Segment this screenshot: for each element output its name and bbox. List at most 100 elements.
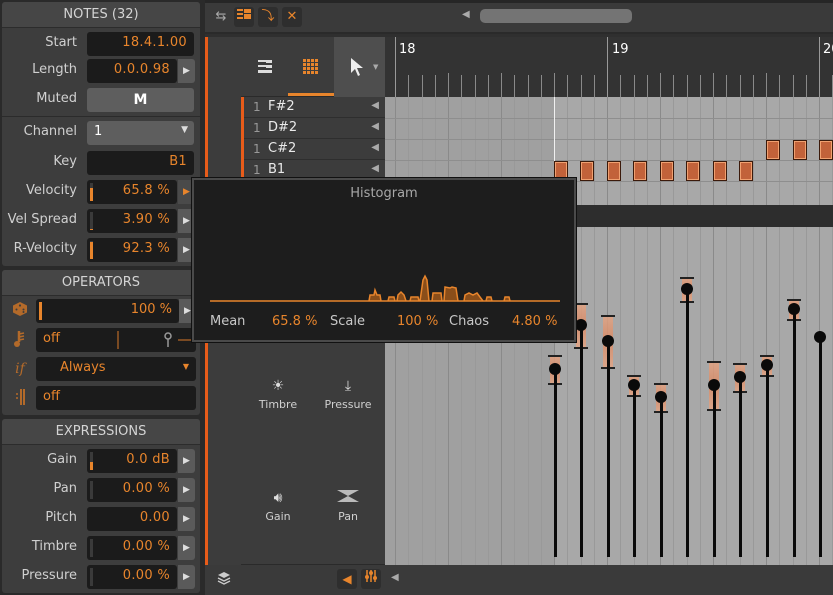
sun-icon: ☀	[271, 378, 285, 394]
pan-expression-button[interactable]: Pan	[313, 490, 383, 523]
speaker-icon[interactable]: ◀	[371, 100, 379, 111]
speaker-icon[interactable]: ◀	[371, 163, 379, 174]
condition-select[interactable]: Always ▼	[36, 357, 196, 381]
chance-field[interactable]: 100 %	[36, 299, 179, 323]
pitch-field[interactable]: 0.00	[87, 507, 177, 531]
velocity-stem[interactable]	[607, 341, 610, 557]
grid-line	[646, 227, 648, 565]
velocity-level	[90, 188, 93, 201]
swap-icon[interactable]: ⇆	[211, 7, 231, 27]
note[interactable]	[766, 140, 780, 160]
velocity-stem[interactable]	[819, 337, 822, 557]
key-selection-marker	[241, 139, 244, 160]
velocity-stem[interactable]	[554, 369, 557, 557]
horizontal-scrollbar[interactable]	[480, 9, 632, 23]
fold-icon[interactable]: ⤵	[258, 7, 278, 27]
key-row[interactable]: 1 C#2 ◀	[241, 139, 385, 160]
pitch-arrow-button[interactable]: ▶	[178, 507, 195, 531]
close-icon[interactable]: ✕	[282, 7, 302, 27]
velocity-handle[interactable]	[681, 283, 693, 295]
gain-field[interactable]: 0.0 dB	[87, 449, 177, 473]
grid-line	[713, 97, 714, 205]
velocity-field[interactable]: 65.8 %	[87, 180, 177, 204]
mute-button[interactable]: M	[87, 88, 194, 112]
scroll-left-icon[interactable]: ◀	[391, 572, 399, 583]
start-field[interactable]: 18.4.1.00	[87, 32, 194, 56]
repeat-divider	[117, 331, 119, 349]
pressure-row: Pressure 0.00 % ▶	[2, 564, 200, 590]
key-row[interactable]: 1 F#2 ◀	[241, 97, 385, 118]
pin-icon[interactable]	[164, 332, 172, 351]
velocity-handle[interactable]	[814, 331, 826, 343]
r-velocity-field[interactable]: 92.3 %	[87, 238, 177, 262]
gain-expression-label: Gain	[265, 510, 291, 523]
velocity-handle[interactable]	[575, 319, 587, 331]
velocity-stem[interactable]	[660, 397, 663, 557]
velocity-spread-cap	[680, 277, 694, 279]
ruler-tick	[726, 75, 728, 97]
key-name: D#2	[268, 120, 298, 135]
key-label: Key	[53, 154, 77, 169]
pressure-field[interactable]: 0.00 %	[87, 565, 177, 589]
speaker-icon[interactable]: ◀	[371, 121, 379, 132]
length-arrow-button[interactable]: ▶	[178, 59, 195, 83]
length-field[interactable]: 0.0.0.98	[87, 59, 177, 83]
mixer-icon[interactable]	[361, 569, 381, 589]
velocity-handle[interactable]	[761, 359, 773, 371]
velocity-handle[interactable]	[734, 371, 746, 383]
velocity-stem[interactable]	[633, 385, 636, 557]
piano-roll-icon[interactable]	[241, 37, 289, 97]
note[interactable]	[793, 140, 807, 160]
velocity-handle[interactable]	[788, 303, 800, 315]
timbre-expression-button[interactable]: ☀ Timbre	[243, 378, 313, 411]
grid-line	[699, 97, 701, 205]
recurrence-field[interactable]: off	[36, 386, 196, 410]
velocity-handle[interactable]	[602, 335, 614, 347]
pan-field[interactable]: 0.00 %	[87, 478, 177, 502]
timeline-ruler[interactable]: 18 19 20	[385, 37, 833, 97]
pointer-tool-button[interactable]: ▼	[334, 37, 385, 97]
chance-level	[39, 302, 42, 320]
note[interactable]	[633, 161, 647, 181]
note[interactable]	[686, 161, 700, 181]
layers-icon[interactable]	[217, 571, 231, 589]
note[interactable]	[607, 161, 621, 181]
speaker-icon[interactable]: ◀	[337, 569, 357, 589]
repeat-field[interactable]: off	[36, 328, 196, 352]
vel-spread-field[interactable]: 3.90 %	[87, 209, 177, 233]
velocity-stem[interactable]	[713, 385, 716, 557]
key-field[interactable]: B1	[87, 151, 194, 175]
velocity-stem[interactable]	[793, 309, 796, 557]
velocity-stem[interactable]	[580, 325, 583, 557]
channel-select[interactable]: 1 ▼	[87, 121, 194, 145]
key-row[interactable]: 1 D#2 ◀	[241, 118, 385, 139]
note[interactable]	[580, 161, 594, 181]
pressure-label: Pressure	[21, 568, 77, 583]
gain-label: Gain	[47, 452, 77, 467]
gain-expression-button[interactable]: 🔊︎ Gain	[243, 490, 313, 523]
note[interactable]	[739, 161, 753, 181]
drum-grid-icon[interactable]	[287, 37, 335, 97]
scroll-left-icon[interactable]: ◀	[462, 9, 470, 20]
timbre-field[interactable]: 0.00 %	[87, 536, 177, 560]
velocity-handle[interactable]	[628, 379, 640, 391]
note[interactable]	[660, 161, 674, 181]
bar-label: 18	[399, 42, 416, 57]
channel-row: Channel 1 ▼	[2, 120, 200, 146]
timbre-arrow-button[interactable]: ▶	[178, 536, 195, 560]
ruler-tick	[421, 75, 423, 97]
pressure-arrow-button[interactable]: ▶	[178, 565, 195, 589]
pan-arrow-button[interactable]: ▶	[178, 478, 195, 502]
speaker-icon[interactable]: ◀	[371, 142, 379, 153]
velocity-stem[interactable]	[686, 289, 689, 557]
velocity-handle[interactable]	[655, 391, 667, 403]
velocity-stem[interactable]	[766, 365, 769, 557]
velocity-handle[interactable]	[708, 379, 720, 391]
note[interactable]	[819, 140, 833, 160]
gain-arrow-button[interactable]: ▶	[178, 449, 195, 473]
velocity-stem[interactable]	[739, 377, 742, 557]
layout-icon[interactable]	[234, 7, 254, 27]
velocity-handle[interactable]	[549, 363, 561, 375]
pressure-expression-button[interactable]: ⤓ Pressure	[313, 378, 383, 411]
note[interactable]	[713, 161, 727, 181]
